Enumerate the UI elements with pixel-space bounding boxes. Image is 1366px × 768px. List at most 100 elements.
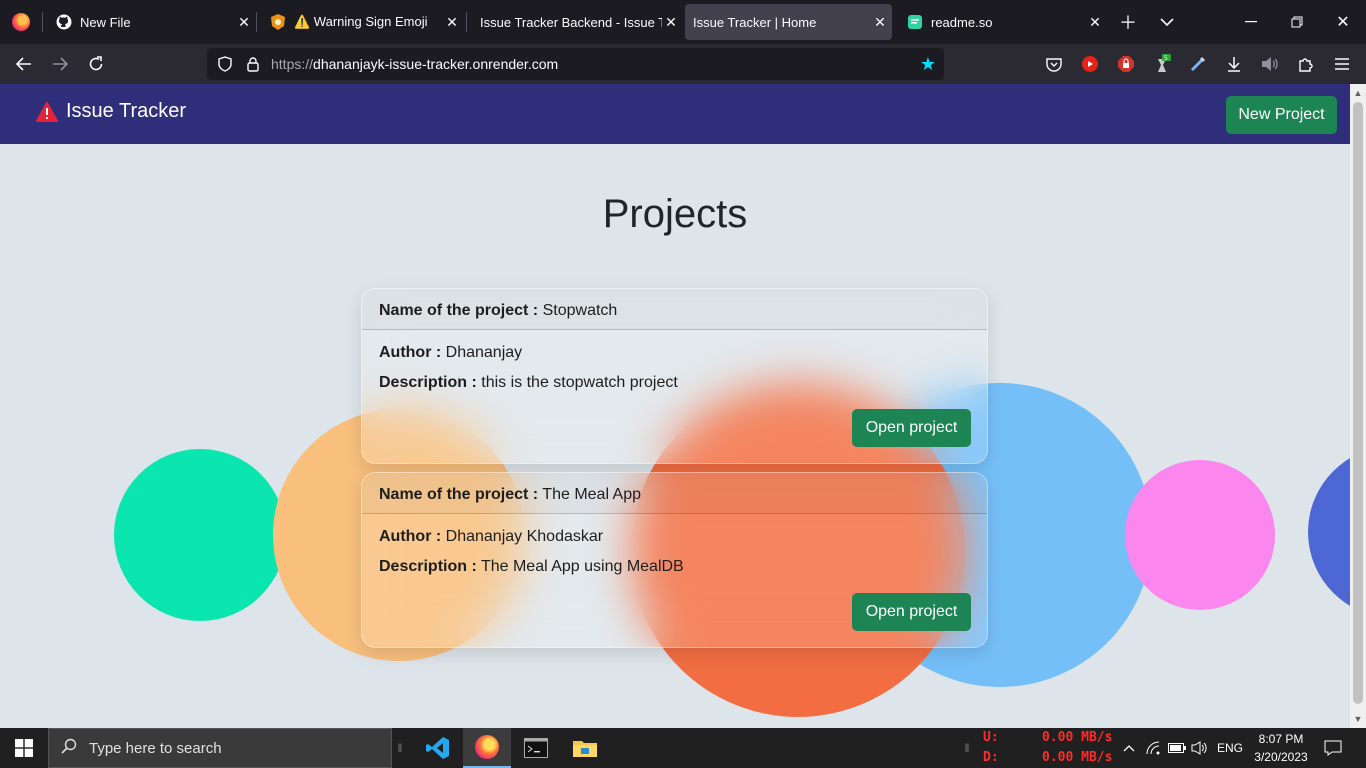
readme-icon [907,14,923,30]
timer-extension-icon[interactable]: 5 [1150,52,1174,76]
project-card-body: Author : Dhananjay Description : this is… [362,330,987,404]
speaker-icon[interactable] [1189,728,1211,768]
taskbar-divider: ‖ [397,741,403,755]
show-hidden-icons-chevron-icon[interactable] [1119,728,1139,768]
reload-icon[interactable] [80,48,112,80]
project-card-body: Author : Dhananjay Khodaskar Description… [362,514,987,588]
clock-date: 3/20/2023 [1254,750,1308,764]
close-tab-icon[interactable]: ✕ [868,14,892,31]
description-label: Description : [379,558,477,575]
open-project-button[interactable]: Open project [852,593,971,631]
close-tab-icon[interactable]: ✕ [232,14,256,31]
warning-icon [36,101,58,122]
firefox-taskbar-icon[interactable] [463,728,511,768]
scrollbar-thumb[interactable] [1353,102,1363,704]
tab-issue-tracker-home[interactable]: Issue Tracker | Home ✕ [685,4,892,40]
project-name: Stopwatch [542,302,618,319]
decorative-circle [1125,460,1275,610]
list-tabs-chevron-icon[interactable] [1149,4,1185,40]
project-name-label: Name of the project : [379,486,539,503]
notifications-icon[interactable] [1318,728,1348,768]
decorative-circle [114,449,286,621]
author-label: Author : [379,344,442,361]
windows-logo-icon [15,739,33,757]
lock-icon[interactable] [239,56,267,72]
project-author-row: Author : Dhananjay Khodaskar [379,528,970,558]
close-tab-icon[interactable]: ✕ [662,14,680,31]
clock[interactable]: 8:07 PM 3/20/2023 [1250,730,1312,766]
project-name: The Meal App [542,486,642,503]
taskbar-divider: ‖ [964,741,970,755]
project-description-row: Description : The Meal App using MealDB [379,558,970,588]
net-download-speed: 0.00 MB/s [1042,750,1113,765]
tracking-shield-icon[interactable] [211,56,239,72]
close-window-icon[interactable]: ✕ [1320,0,1366,44]
tab-issue-tracker-backend[interactable]: Issue Tracker Backend - Issue Tracker ✕ [468,4,680,40]
forward-arrow-icon[interactable] [44,48,76,80]
language-indicator[interactable]: ENG [1213,728,1247,768]
youtube-extension-icon[interactable] [1078,52,1102,76]
tab-title: ⚠️ Warning Sign Emoji [294,14,428,29]
battery-icon[interactable] [1166,728,1188,768]
extensions-puzzle-icon[interactable] [1294,52,1318,76]
color-picker-icon[interactable] [1186,52,1210,76]
windows-start-button[interactable] [0,728,48,768]
adblock-extension-icon[interactable] [1114,52,1138,76]
address-bar[interactable]: https://dhananjayk-issue-tracker.onrende… [207,48,944,80]
emoji-site-icon [270,14,286,30]
network-icon[interactable] [1143,728,1165,768]
close-tab-icon[interactable]: ✕ [440,14,464,31]
tab-warning-emoji[interactable]: ⚠️ Warning Sign Emoji ✕ [258,4,464,40]
page-scrollbar[interactable]: ▲ ▼ [1350,84,1366,728]
vscode-taskbar-icon[interactable] [414,728,462,768]
tab-strip: New File ✕ ⚠️ Warning Sign Emoji ✕ Issue… [0,0,1366,44]
downloads-icon[interactable] [1222,52,1246,76]
volume-icon[interactable] [1258,52,1282,76]
url-host: dhananjayk-issue-tracker.onrender.com [313,56,559,72]
net-upload-speed: 0.00 MB/s [1042,730,1113,745]
search-icon [49,738,89,759]
page-title: Projects [602,192,748,236]
bookmark-star-icon[interactable]: ★ [912,54,944,75]
extension-badge-count: 5 [1164,55,1168,62]
project-description: this is the stopwatch project [481,374,678,391]
firefox-icon [475,735,499,759]
clock-time: 8:07 PM [1258,732,1304,746]
new-tab-plus-icon[interactable]: ＋ [1110,4,1146,40]
project-author-row: Author : Dhananjay [379,344,970,374]
tab-readme[interactable]: readme.so ✕ [895,4,1107,40]
author-label: Author : [379,528,442,545]
scroll-down-arrow-icon[interactable]: ▼ [1350,711,1366,727]
new-project-button[interactable]: New Project [1226,96,1337,134]
close-tab-icon[interactable]: ✕ [1083,14,1107,31]
tab-separator [42,12,43,32]
tab-new-file[interactable]: New File ✕ [44,4,256,40]
windows-taskbar: Type here to search ‖ ‖ U: 0.00 MB/s D: … [0,728,1366,768]
tab-separator [466,12,467,32]
pocket-icon[interactable] [1042,52,1066,76]
decorative-circle [1308,446,1350,618]
brand[interactable]: Issue Tracker [36,100,186,123]
project-card-header: Name of the project : The Meal App [362,473,987,514]
firefox-view-button[interactable] [0,0,42,44]
scroll-up-arrow-icon[interactable]: ▲ [1350,85,1366,101]
url-text[interactable]: https://dhananjayk-issue-tracker.onrende… [271,56,912,72]
back-arrow-icon[interactable] [8,48,40,80]
net-download-label: D: [983,750,999,765]
terminal-taskbar-icon[interactable] [512,728,560,768]
file-explorer-taskbar-icon[interactable] [561,728,609,768]
description-label: Description : [379,374,477,391]
tab-title: New File [80,14,131,30]
page-viewport: Issue Tracker New Project Projects Name … [0,84,1350,728]
restore-icon[interactable] [1274,0,1320,44]
github-icon [56,14,72,30]
project-author: Dhananjay Khodaskar [445,528,604,545]
project-card-header: Name of the project : Stopwatch [362,289,987,330]
minimize-icon[interactable] [1228,0,1274,44]
tab-title: readme.so [931,14,993,30]
taskbar-search-box[interactable]: Type here to search [48,728,392,768]
hamburger-menu-icon[interactable] [1330,52,1354,76]
open-project-button[interactable]: Open project [852,409,971,447]
net-upload-label: U: [983,730,999,745]
tab-separator [256,12,257,32]
